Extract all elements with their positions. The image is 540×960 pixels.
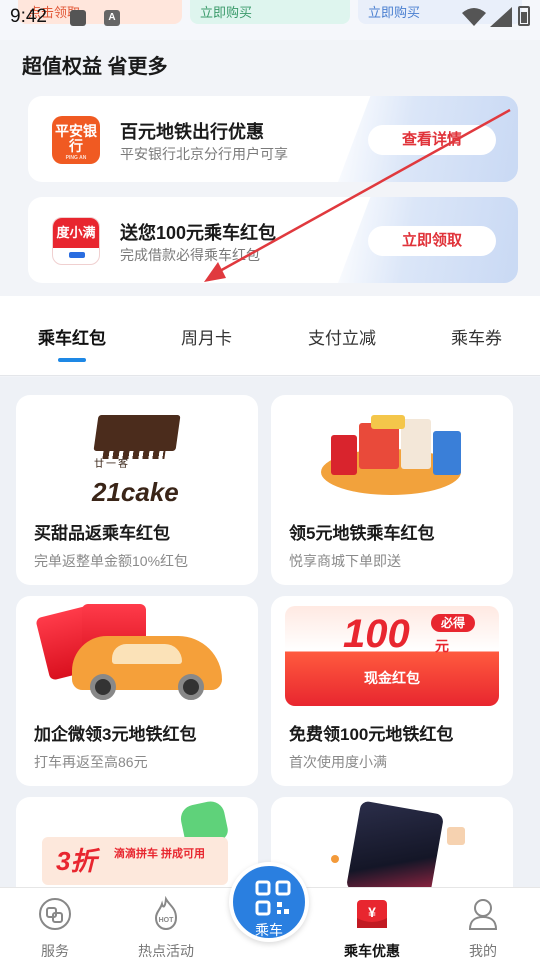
tab-payment-discount[interactable]: 支付立减 — [308, 324, 376, 349]
transit-card-image — [271, 797, 513, 887]
nav-ride-offers-label: 乘车优惠 — [344, 943, 400, 959]
service-icon — [39, 898, 71, 930]
benefit-card-pingan[interactable]: 平安银行 PING AN 百元地铁出行优惠 平安银行北京分行用户可享 查看详情 — [28, 96, 518, 182]
nav-service-label: 服务 — [41, 943, 69, 959]
offer-subtitle: 打车再返至高86元 — [34, 754, 148, 770]
offer-card[interactable]: 领5元地铁乘车红包 悦享商城下单即送 — [271, 395, 513, 585]
cash-unit: 元 — [435, 638, 449, 654]
app-notification-icon: A — [104, 10, 120, 26]
nav-ride-label: 乘车 — [255, 922, 283, 938]
discount-text: 3折 — [56, 846, 97, 876]
view-details-button[interactable]: 查看详情 — [368, 125, 496, 155]
wifi-icon — [462, 8, 486, 26]
hot-icon: HOT — [154, 895, 178, 931]
tab-weekly-monthly-card[interactable]: 周月卡 — [181, 324, 232, 349]
cake-brand-image: 廿一客 21cake — [16, 395, 258, 513]
nav-ride-offers[interactable]: ¥ 乘车优惠 — [332, 896, 412, 960]
qr-code-icon — [255, 880, 291, 916]
transit-card-icon — [345, 800, 445, 887]
offer-card[interactable]: 3折 滴滴拼车 拼成可用 — [16, 797, 258, 887]
offer-title: 领5元地铁乘车红包 — [289, 524, 435, 543]
benefit-title: 百元地铁出行优惠 — [120, 122, 264, 142]
signal-icon — [490, 7, 512, 27]
benefit-card-duxiaoman[interactable]: 度小满 送您100元乘车红包 完成借款必得乘车红包 立即领取 — [28, 197, 518, 283]
tab-ride-red-packet[interactable]: 乘车红包 — [38, 324, 106, 349]
gift-products-image — [271, 395, 513, 513]
nav-profile-label: 我的 — [469, 943, 497, 959]
claim-now-button[interactable]: 立即领取 — [368, 226, 496, 256]
coupon-icon: ¥ — [357, 900, 387, 928]
cake-icon — [93, 415, 181, 451]
cake-brand-top: 廿一客 — [94, 459, 130, 470]
offer-title: 加企微领3元地铁红包 — [34, 725, 197, 744]
benefit-desc: 完成借款必得乘车红包 — [120, 247, 260, 263]
offer-card[interactable]: 廿一客 21cake 买甜品返乘车红包 完单返整单金额10%红包 — [16, 395, 258, 585]
nav-profile[interactable]: 我的 — [443, 896, 523, 960]
hot-badge-text: HOT — [159, 917, 175, 924]
active-tab-indicator — [58, 358, 86, 362]
svg-text:¥: ¥ — [368, 904, 376, 920]
cash-amount: 100 — [343, 612, 410, 656]
red-envelope-car-image — [16, 596, 258, 714]
battery-icon — [518, 6, 530, 26]
pingan-logo-subtext: PING AN — [65, 155, 87, 161]
nav-hot-activities[interactable]: HOT 热点活动 — [126, 895, 206, 960]
offer-subtitle: 首次使用度小满 — [289, 754, 387, 770]
gallery-notification-icon — [70, 10, 86, 26]
benefits-heading: 超值权益 省更多 — [22, 56, 168, 78]
cash-red-packet-image: 100 元 必得 现金红包 — [271, 596, 513, 714]
car-icon — [72, 636, 222, 700]
benefit-desc: 平安银行北京分行用户可享 — [120, 146, 288, 162]
status-bar: 9:42 A — [0, 0, 540, 36]
cash-label: 现金红包 — [364, 670, 420, 686]
carpool-text: 滴滴拼车 拼成可用 — [114, 848, 206, 860]
offer-card[interactable] — [271, 797, 513, 887]
duxiaoman-logo: 度小满 — [52, 217, 100, 265]
status-time: 9:42 — [10, 6, 47, 27]
offer-subtitle: 悦享商城下单即送 — [289, 553, 401, 569]
nav-service[interactable]: 服务 — [15, 896, 95, 960]
carpool-discount-image: 3折 滴滴拼车 拼成可用 — [16, 797, 258, 887]
offer-title: 免费领100元地铁红包 — [289, 725, 454, 744]
offer-title: 买甜品返乘车红包 — [34, 524, 170, 543]
cash-badge: 必得 — [431, 614, 475, 632]
tab-ride-coupon[interactable]: 乘车券 — [451, 324, 502, 349]
duxiaoman-logo-text: 度小满 — [53, 218, 99, 248]
benefit-title: 送您100元乘车红包 — [120, 223, 277, 243]
nav-ride-qr-button[interactable]: 乘车 — [229, 862, 309, 942]
cake-brand-logo: 21cake — [92, 477, 179, 507]
pingan-logo-text: 平安银行 — [55, 123, 97, 154]
pingan-bank-logo: 平安银行 PING AN — [52, 116, 100, 164]
offer-subtitle: 完单返整单金额10%红包 — [34, 553, 189, 569]
offer-card[interactable]: 100 元 必得 现金红包 免费领100元地铁红包 首次使用度小满 — [271, 596, 513, 786]
offer-grid: 廿一客 21cake 买甜品返乘车红包 完单返整单金额10%红包 领5元地铁乘车… — [0, 377, 540, 887]
nav-hot-label: 热点活动 — [138, 943, 194, 959]
category-tabs: 乘车红包 周月卡 支付立减 乘车券 — [0, 296, 540, 376]
offer-card[interactable]: 加企微领3元地铁红包 打车再返至高86元 — [16, 596, 258, 786]
profile-icon — [468, 899, 498, 930]
